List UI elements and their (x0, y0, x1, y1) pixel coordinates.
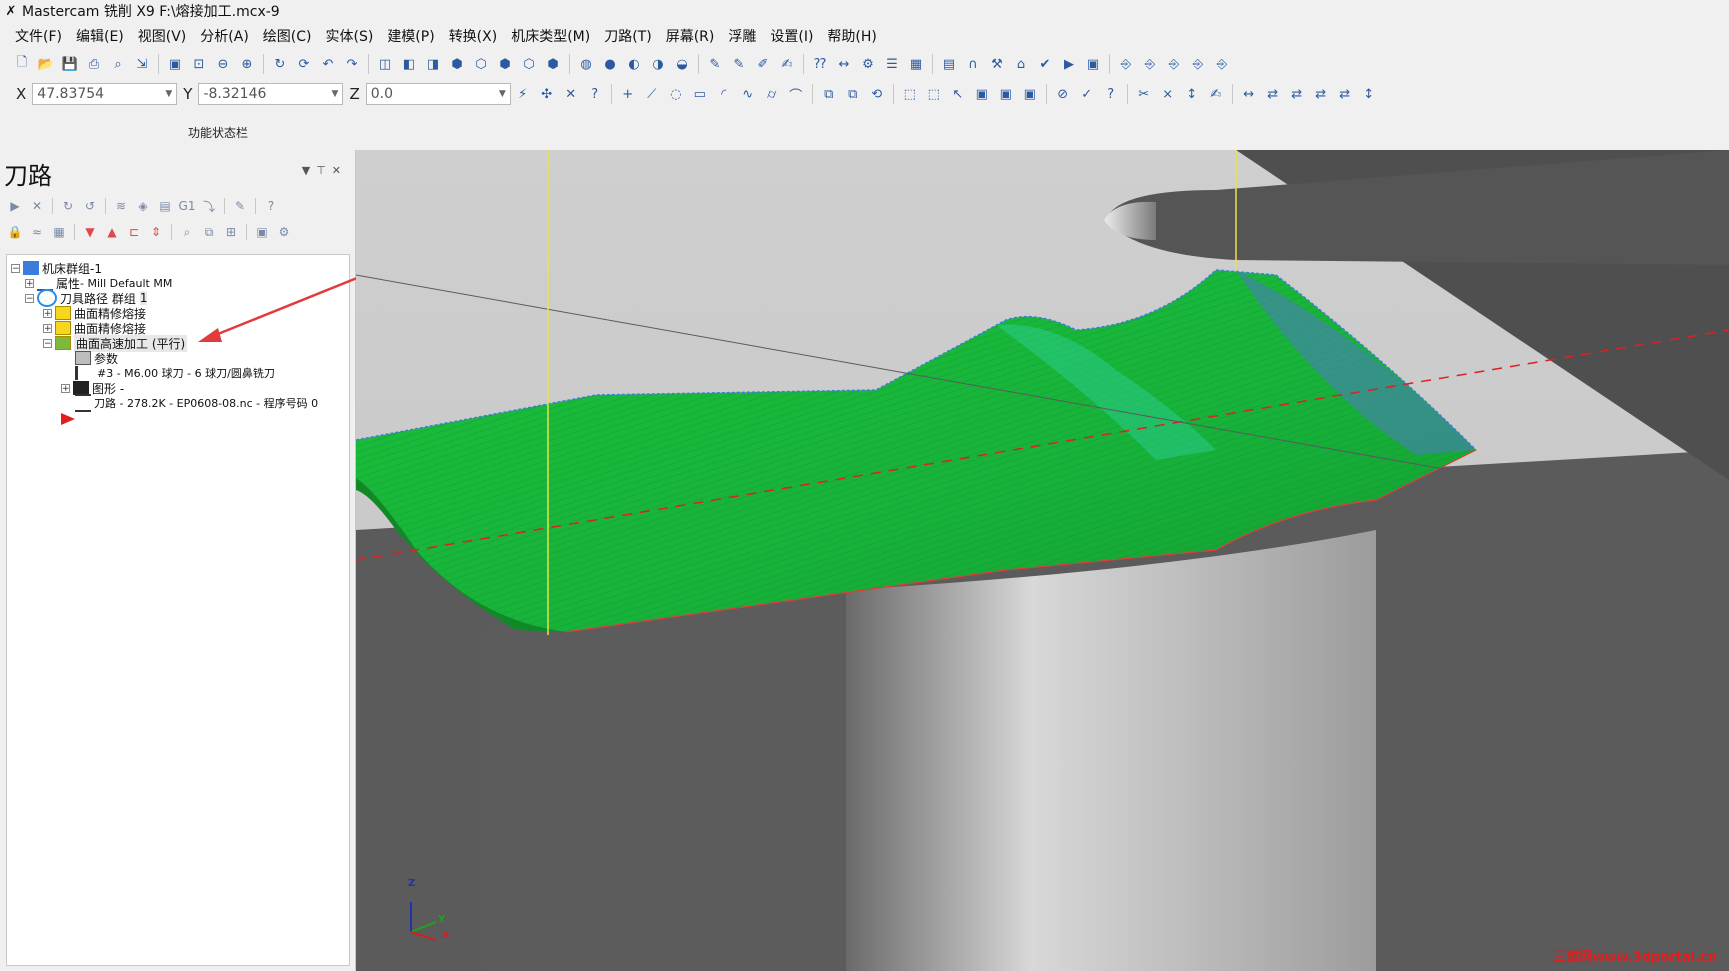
triad-y-label: Y (438, 914, 446, 925)
triad-x-label: X (442, 930, 450, 941)
viewport-scene[interactable] (356, 150, 1729, 971)
graphics-viewport[interactable]: Z Y X 三维网www.3dportal.cn (356, 150, 1729, 971)
watermark: 三维网www.3dportal.cn (1553, 950, 1717, 965)
part-left-wall (486, 590, 846, 971)
cylinder-boss (846, 530, 1376, 971)
annotation-arrowhead (198, 328, 222, 342)
triad-z-label: Z (408, 878, 416, 889)
